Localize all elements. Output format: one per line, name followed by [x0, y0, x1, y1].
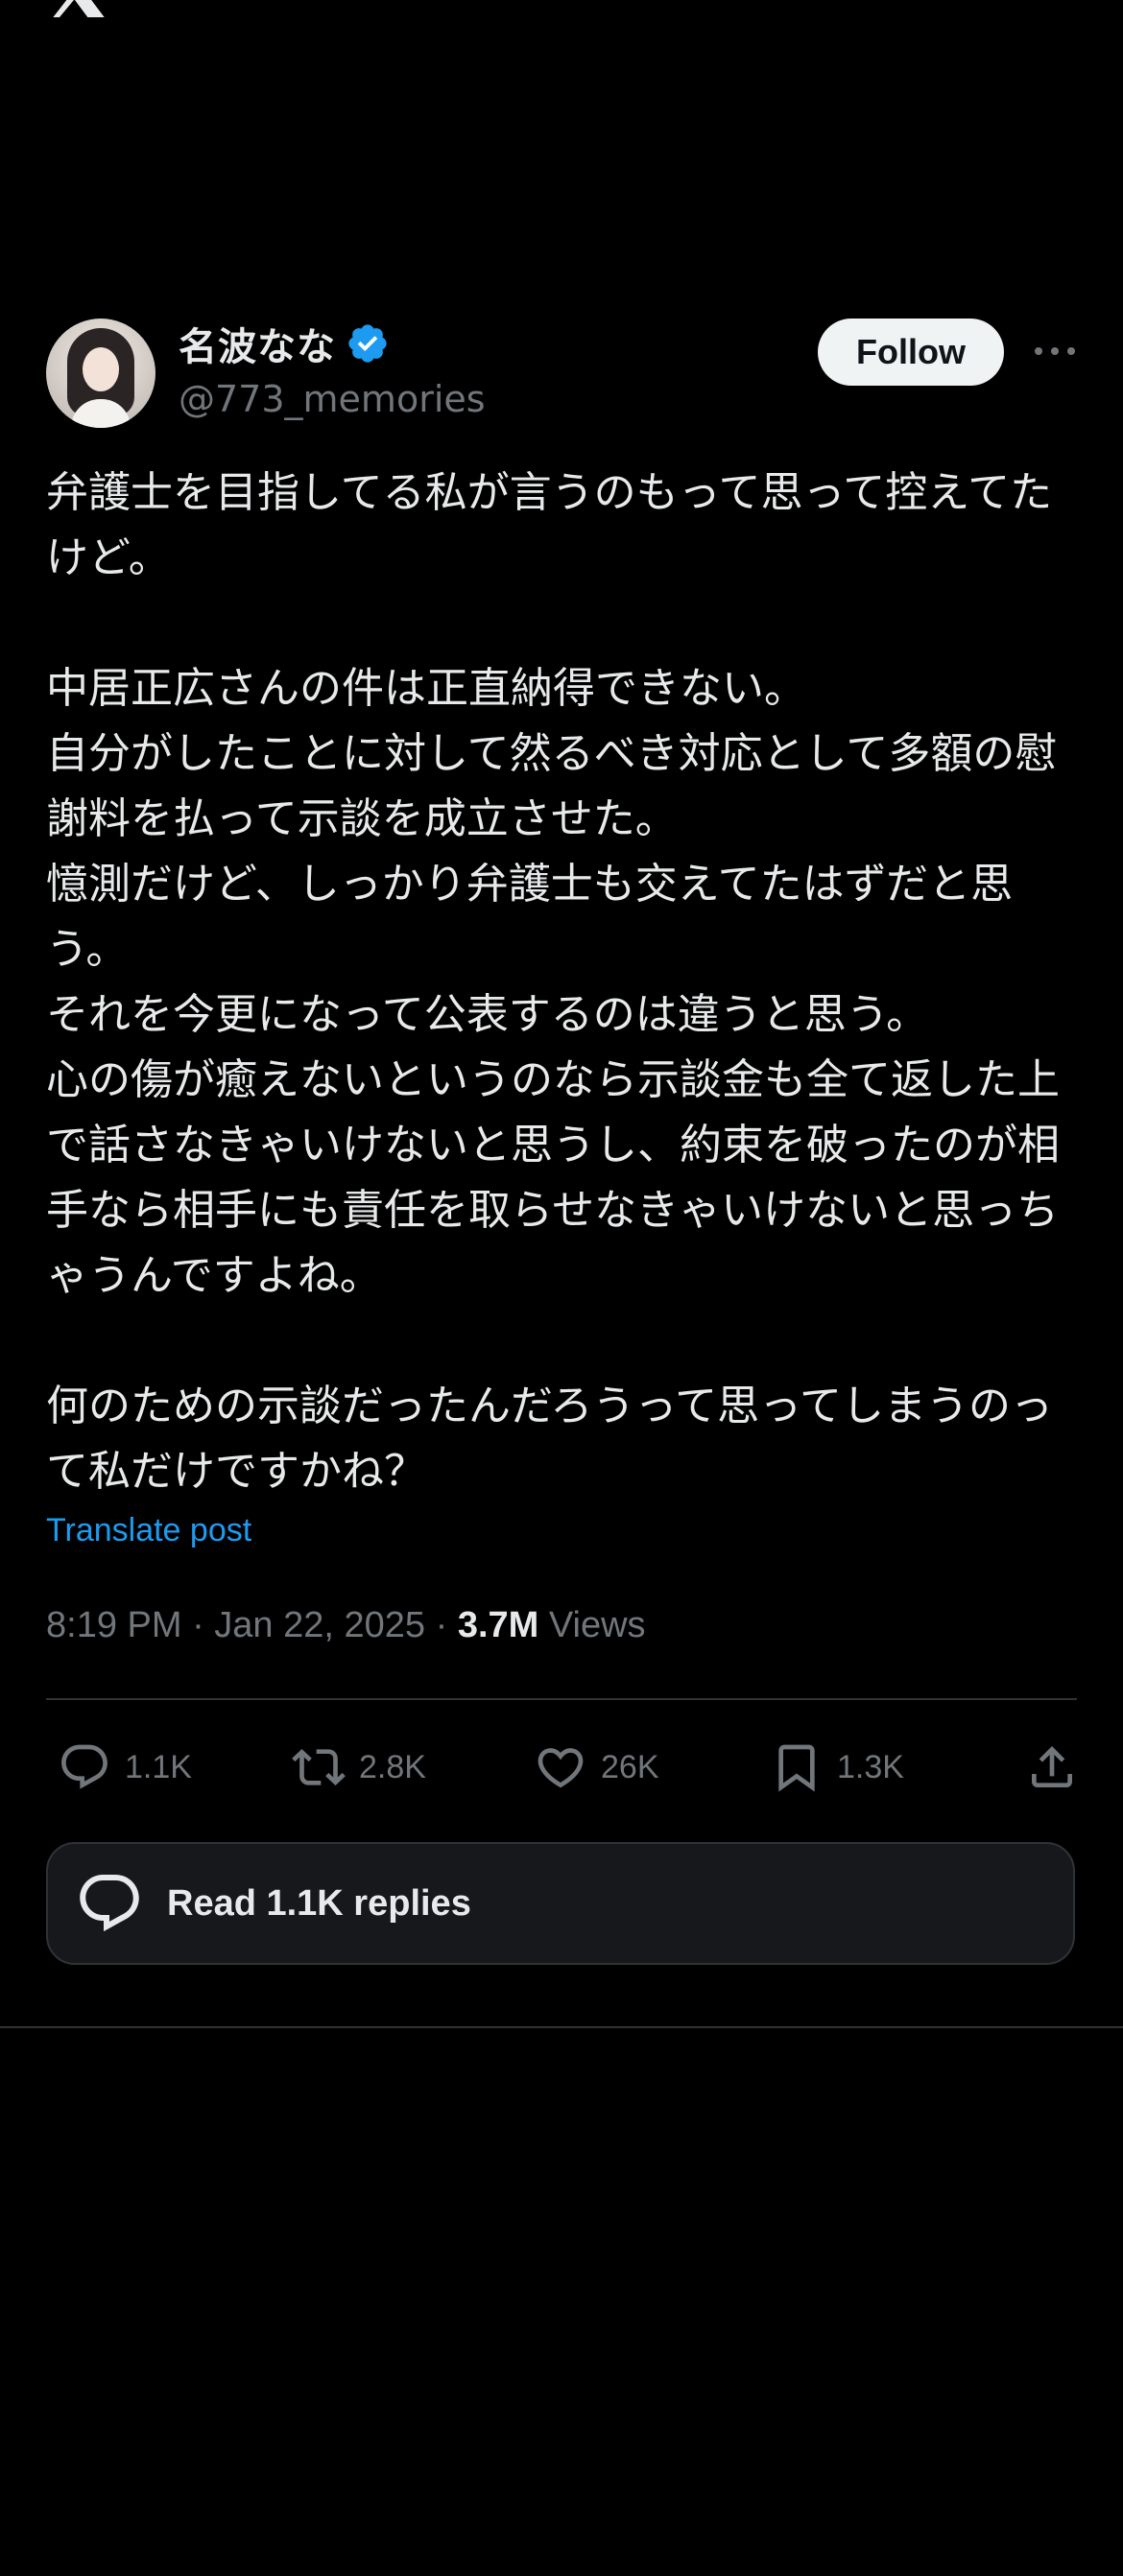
bookmark-icon [778, 1744, 815, 1792]
read-replies-label: Read 1.1K replies [167, 1882, 471, 1924]
author-handle[interactable]: @773_memories [179, 378, 486, 420]
share-icon [1032, 1746, 1072, 1787]
author-display-name[interactable]: 名波なな [179, 316, 336, 371]
tweet-header: 名波なな @773_memories Follow [46, 319, 1077, 430]
heart-icon [538, 1748, 584, 1788]
bookmark-count: 1.3K [837, 1748, 904, 1785]
repost-count: 2.8K [359, 1748, 426, 1785]
reply-button[interactable]: 1.1K [58, 1740, 192, 1794]
like-count: 26K [601, 1748, 659, 1785]
tweet-meta: 8:19 PM · Jan 22, 2025 · 3.7M Views [46, 1605, 1077, 1646]
follow-button[interactable]: Follow [818, 319, 1004, 386]
tweet-text: 弁護士を目指してる私が言うのもって思って控えてたけど。 中居正広さんの件は正直納… [46, 468, 1060, 1496]
views-label: Views [538, 1605, 646, 1645]
avatar[interactable] [46, 319, 155, 428]
tweet-timestamp[interactable]: 8:19 PM · Jan 22, 2025 · [46, 1605, 458, 1645]
share-button[interactable] [1025, 1740, 1092, 1794]
x-logo-icon[interactable] [48, 0, 109, 17]
verified-badge-icon [348, 324, 387, 363]
tweet: 名波なな @773_memories Follow 弁護士を目指してる私が言うの… [46, 319, 1077, 1965]
like-button[interactable]: 26K [534, 1740, 659, 1794]
repost-button[interactable]: 2.8K [292, 1740, 426, 1794]
translate-post-link[interactable]: Translate post [46, 1512, 1077, 1549]
repost-icon [292, 1749, 346, 1785]
action-bar: 1.1K 2.8K 26K 1.3K [46, 1700, 1077, 1834]
read-replies-button[interactable]: Read 1.1K replies [46, 1842, 1075, 1965]
author-name-row: 名波なな [179, 316, 390, 371]
reply-count: 1.1K [125, 1748, 192, 1785]
more-options-icon[interactable] [1033, 332, 1077, 370]
views-count: 3.7M [457, 1605, 539, 1645]
bookmark-button[interactable]: 1.3K [770, 1740, 904, 1794]
reply-icon [61, 1744, 108, 1789]
reply-bubble-icon [80, 1875, 139, 1932]
bottom-divider [0, 2026, 1123, 2028]
